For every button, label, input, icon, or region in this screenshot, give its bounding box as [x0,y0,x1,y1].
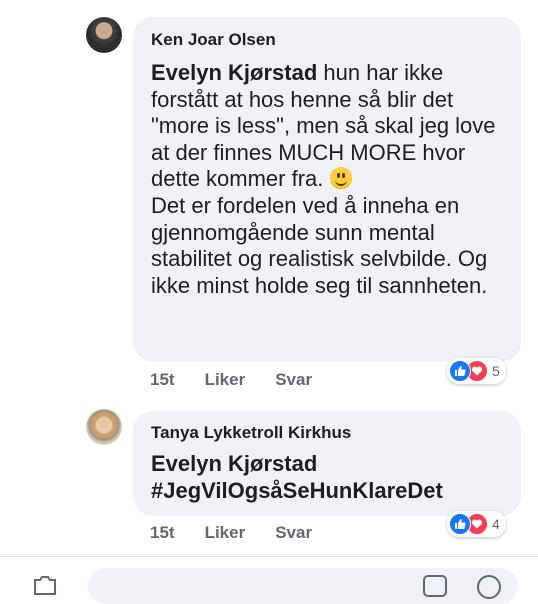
comment-actions: 15t Liker Svar [150,523,312,543]
emoji-icon[interactable] [474,570,504,600]
reactions-summary[interactable]: 5 [447,358,506,384]
comment-time[interactable]: 15t [150,370,175,390]
sticker-icon[interactable] [420,570,450,600]
thumbs-up-icon [449,360,471,382]
mention-link[interactable]: Evelyn Kjørstad [151,451,317,476]
like-button[interactable]: Liker [205,370,246,390]
reply-button[interactable]: Svar [275,523,312,543]
comment-bubble: Ken Joar Olsen Evelyn Kjørstad hun har i… [133,17,521,362]
like-button[interactable]: Liker [205,523,246,543]
camera-icon[interactable] [30,570,60,600]
comment-time[interactable]: 15t [150,523,175,543]
avatar-ken-joar-olsen[interactable] [86,17,122,53]
reply-button[interactable]: Svar [275,370,312,390]
avatar-tanya-lykketroll-kirkhus[interactable] [86,409,122,445]
comment-text-part: Det er fordelen ved å inneha en gjennomg… [151,192,488,298]
hashtag-link[interactable]: #JegVilOgsåSeHunKlareDet [151,478,443,503]
comment-input[interactable] [88,568,518,604]
reactions-summary[interactable]: 4 [447,511,506,537]
divider [0,556,538,557]
comment-text: Evelyn Kjørstad hun har ikke forstått at… [151,60,511,299]
comment-author[interactable]: Tanya Lykketroll Kirkhus [151,423,351,443]
comment-bubble: Tanya Lykketroll Kirkhus Evelyn Kjørstad… [133,411,521,516]
reaction-count: 5 [492,363,500,379]
mention-link[interactable]: Evelyn Kjørstad [151,60,317,85]
thumbs-up-icon [449,513,471,535]
comment-author[interactable]: Ken Joar Olsen [151,30,276,50]
reaction-count: 4 [492,516,500,532]
slightly-smiling-face-icon [329,167,352,190]
comment-text: Evelyn Kjørstad #JegVilOgsåSeHunKlareDet [151,451,511,504]
comment-actions: 15t Liker Svar [150,370,312,390]
